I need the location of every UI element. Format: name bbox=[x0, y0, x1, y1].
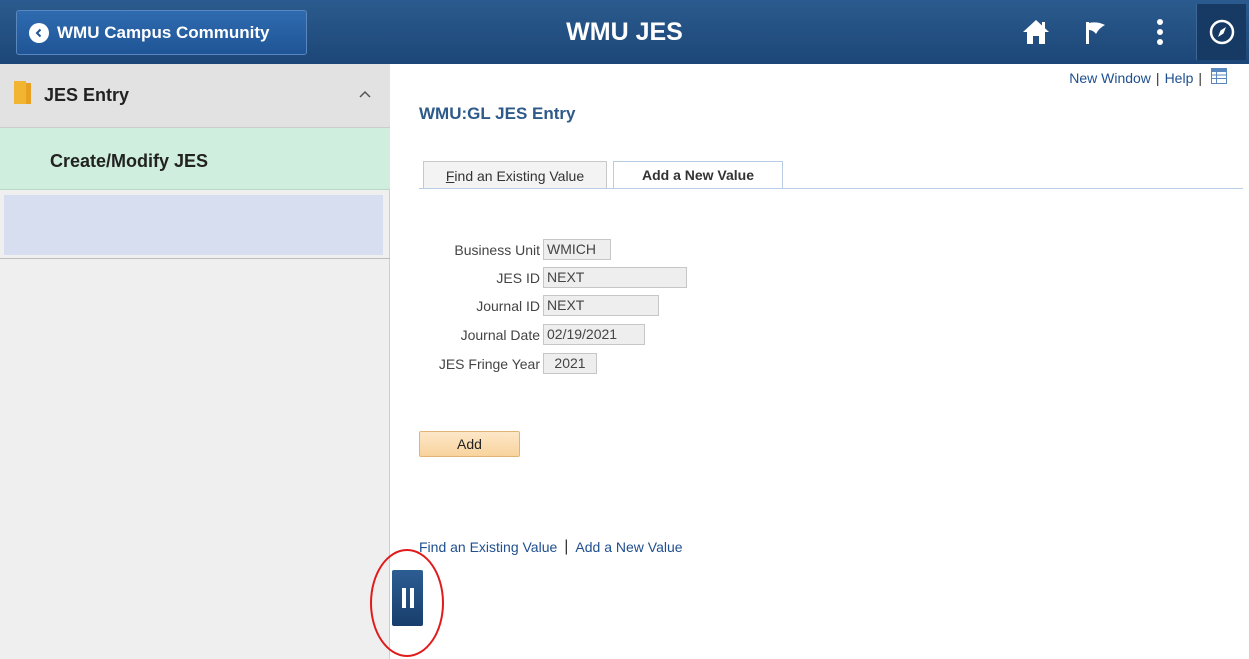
journal-id-label: Journal ID bbox=[476, 298, 540, 314]
sidebar-item-empty bbox=[4, 195, 383, 255]
back-button[interactable]: WMU Campus Community bbox=[16, 10, 307, 55]
journal-date-label: Journal Date bbox=[460, 327, 540, 343]
page-title: WMU:GL JES Entry bbox=[419, 104, 576, 123]
link-separator: | bbox=[1155, 69, 1160, 86]
find-existing-value-link[interactable]: Find an Existing Value bbox=[419, 539, 557, 555]
sidebar-divider bbox=[0, 258, 390, 259]
navbar-button[interactable] bbox=[1196, 4, 1246, 60]
sidebar-folder-jes-entry[interactable]: JES Entry bbox=[0, 64, 390, 128]
link-separator: | bbox=[1198, 69, 1202, 86]
add-new-value-link[interactable]: Add a New Value bbox=[575, 539, 682, 555]
bottom-links: Find an Existing Value | Add a New Value bbox=[419, 538, 683, 556]
journal-id-input[interactable]: NEXT bbox=[543, 295, 659, 316]
sidebar-item-create-modify-jes[interactable]: Create/Modify JES bbox=[0, 128, 390, 190]
link-separator: | bbox=[564, 538, 569, 555]
sidebar-folder-label: JES Entry bbox=[44, 85, 130, 105]
business-unit-input[interactable]: WMICH bbox=[543, 239, 611, 260]
home-icon[interactable] bbox=[1018, 14, 1054, 50]
tab-underline bbox=[419, 188, 1243, 189]
tab-accesskey: F bbox=[445, 167, 455, 184]
fringe-year-input[interactable]: 2021 bbox=[543, 353, 597, 374]
back-button-label: WMU Campus Community bbox=[57, 22, 270, 42]
chevron-up-icon[interactable] bbox=[358, 86, 372, 104]
jes-id-label: JES ID bbox=[496, 270, 540, 286]
new-window-link[interactable]: New Window bbox=[1069, 70, 1151, 86]
top-links: New Window | Help | bbox=[1069, 68, 1227, 87]
top-header: WMU JES WMU Campus Community bbox=[0, 0, 1249, 64]
more-vertical-icon[interactable] bbox=[1150, 14, 1170, 50]
tab-add-new-value[interactable]: Add a New Value bbox=[613, 161, 783, 189]
chevron-left-icon bbox=[29, 22, 49, 43]
tab-find-existing-value[interactable]: Find an Existing Value bbox=[423, 161, 607, 189]
help-link[interactable]: Help bbox=[1165, 70, 1194, 86]
left-sidebar: JES Entry Create/Modify JES bbox=[0, 64, 390, 659]
compass-icon bbox=[1209, 19, 1234, 45]
folder-icon bbox=[14, 81, 32, 110]
add-button[interactable]: Add bbox=[419, 431, 520, 457]
flag-icon[interactable] bbox=[1080, 14, 1114, 50]
journal-date-input[interactable]: 02/19/2021 bbox=[543, 324, 645, 345]
business-unit-label: Business Unit bbox=[454, 242, 540, 258]
tab-label-rest: ind an Existing Value bbox=[454, 167, 585, 184]
jes-id-input[interactable]: NEXT bbox=[543, 267, 687, 288]
personalize-page-icon[interactable] bbox=[1211, 68, 1227, 87]
fringe-year-label: JES Fringe Year bbox=[438, 356, 540, 372]
annotation-circle bbox=[370, 549, 444, 657]
